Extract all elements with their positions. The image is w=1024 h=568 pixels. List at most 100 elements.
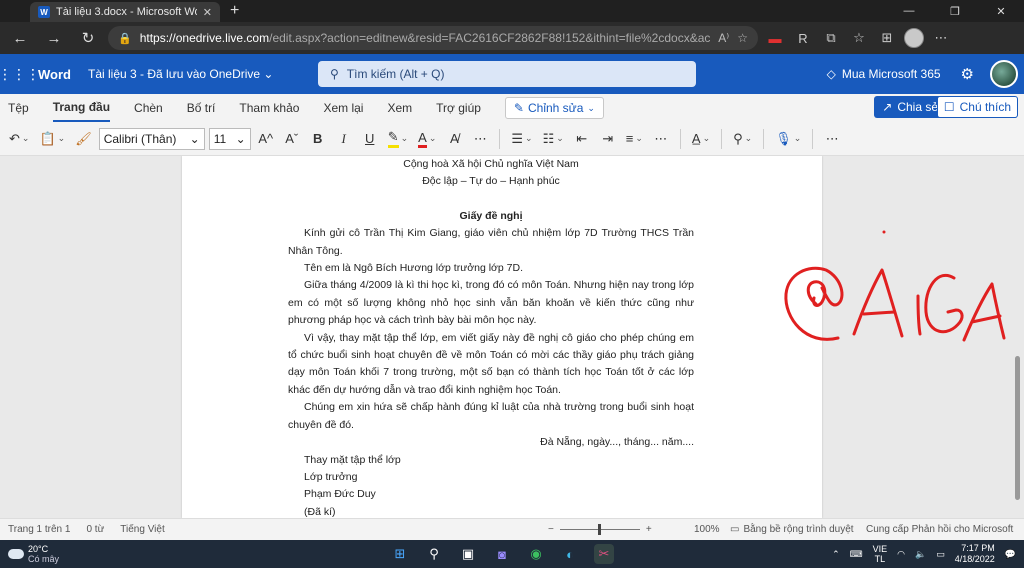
editing-mode-dropdown[interactable]: ✎ Chỉnh sửa ⌄ — [504, 97, 604, 119]
new-tab-icon[interactable]: + — [230, 2, 239, 20]
url-text: https://onedrive.live.com/edit.aspx?acti… — [139, 31, 711, 45]
input-language[interactable]: VIE TL — [873, 544, 888, 564]
font-size-select[interactable]: 11 ⌄ — [208, 127, 251, 150]
search-box[interactable]: ⚲ Tìm kiếm (Alt + Q) — [318, 61, 696, 87]
document-page[interactable]: Cộng hoà Xã hội Chủ nghĩa Việt Nam Độc l… — [182, 156, 822, 518]
highlight-icon[interactable]: ✎ ⌄ — [385, 127, 411, 151]
zoom-in-button[interactable]: + — [646, 524, 652, 535]
teams-chat-icon[interactable]: ◙ — [492, 544, 512, 564]
profile-avatar[interactable] — [904, 28, 924, 48]
ribbon-tabs: Tệp Trang đầu Chèn Bố trí Tham khảo Xem … — [0, 94, 1024, 122]
word-favicon-icon: W — [38, 6, 50, 18]
tab-help[interactable]: Trợ giúp — [436, 94, 481, 122]
fit-width-button[interactable]: ▭ Bằng bề rộng trình duyệt — [730, 524, 854, 535]
vertical-scrollbar[interactable] — [1015, 356, 1020, 500]
tab-view[interactable]: Xem — [387, 94, 412, 122]
settings-gear-icon[interactable]: ⚙ — [961, 65, 974, 83]
extension-r-icon[interactable]: R — [792, 27, 814, 49]
app-launcher-icon[interactable]: ⋮⋮⋮ — [0, 66, 40, 83]
user-avatar[interactable] — [990, 60, 1018, 88]
font-name-select[interactable]: Calibri (Thân) ⌄ — [98, 127, 205, 150]
browser-tab[interactable]: W Tài liệu 3.docx - Microsoft Word ✕ — [30, 2, 220, 22]
numbering-icon[interactable]: ☷ ⌄ — [540, 127, 567, 151]
tab-layout[interactable]: Bố trí — [187, 94, 216, 122]
comments-button[interactable]: ☐ Chú thích — [936, 96, 1018, 118]
wifi-icon[interactable]: ◠ — [897, 549, 905, 560]
handwritten-watermark — [784, 230, 1006, 342]
taskbar-apps: ⊞ ⚲ ▣ ◙ ◉ ◐ ✂ — [390, 544, 614, 564]
forward-icon[interactable]: → — [40, 25, 68, 51]
read-aloud-icon[interactable]: A⁾ — [718, 31, 729, 45]
tab-home[interactable]: Trang đầu — [52, 94, 111, 122]
keyboard-icon[interactable]: ⌨ — [850, 549, 863, 560]
bold-button[interactable]: B — [307, 127, 329, 151]
zoom-knob[interactable] — [597, 524, 601, 535]
refresh-icon[interactable]: ↻ — [74, 25, 102, 51]
url-field[interactable]: 🔒 https://onedrive.live.com/edit.aspx?ac… — [108, 26, 758, 50]
chevron-up-icon[interactable]: ⌃ — [832, 549, 840, 560]
zoom-slider[interactable]: − + — [548, 524, 652, 535]
minimize-icon[interactable]: — — [886, 0, 932, 22]
more-paragraph-icon[interactable]: ⋯ — [650, 127, 672, 151]
chevron-down-icon: ⌄ — [587, 102, 595, 113]
search-icon[interactable]: ⚲ — [424, 544, 444, 564]
bullets-icon[interactable]: ☰ ⌄ — [508, 127, 535, 151]
word-header: ⋮⋮⋮ Word Tài liệu 3 - Đã lưu vào OneDriv… — [0, 54, 1024, 94]
dictate-microphone-icon[interactable]: 🎙 ⌄ — [772, 127, 804, 151]
font-color-icon[interactable]: A ⌄ — [415, 127, 439, 151]
edge-browser-icon[interactable]: ◐ — [560, 544, 580, 564]
app-name[interactable]: Word — [38, 67, 88, 82]
extensions-puzzle-icon[interactable]: ⧉ — [820, 27, 842, 49]
green-app-icon[interactable]: ◉ — [526, 544, 546, 564]
increase-indent-icon[interactable]: ⇥ — [597, 127, 619, 151]
tab-references[interactable]: Tham khảo — [239, 94, 299, 122]
grow-font-icon[interactable]: A^ — [255, 127, 277, 151]
chevron-down-icon: ⌄ — [189, 131, 200, 146]
buy-microsoft-365[interactable]: ◇ Mua Microsoft 365 — [827, 67, 941, 81]
shrink-font-icon[interactable]: Aˇ — [281, 127, 303, 151]
align-icon[interactable]: ≡ ⌄ — [623, 127, 646, 151]
underline-button[interactable]: U — [359, 127, 381, 151]
close-tab-icon[interactable]: ✕ — [203, 6, 212, 19]
restore-icon[interactable]: ❐ — [932, 0, 978, 22]
more-options-icon[interactable]: ⋯ — [821, 127, 843, 151]
more-icon[interactable]: ⋯ — [930, 27, 952, 49]
tab-review[interactable]: Xem lại — [323, 94, 363, 122]
document-body[interactable]: Cộng hoà Xã hội Chủ nghĩa Việt Nam Độc l… — [288, 156, 694, 518]
document-name[interactable]: Tài liệu 3 - Đã lưu vào OneDrive ⌄ — [88, 67, 318, 81]
collections-icon[interactable]: ⊞ — [876, 27, 898, 49]
find-icon[interactable]: ⚲ ⌄ — [730, 127, 755, 151]
styles-icon[interactable]: A̲ ⌄ — [689, 127, 713, 151]
window-controls: — ❐ ✕ — [886, 0, 1024, 22]
tab-file[interactable]: Tệp — [8, 94, 29, 122]
decrease-indent-icon[interactable]: ⇤ — [571, 127, 593, 151]
paste-icon[interactable]: 📋 ⌄ — [36, 127, 68, 151]
zoom-out-button[interactable]: − — [548, 524, 554, 535]
italic-button[interactable]: I — [333, 127, 355, 151]
format-painter-icon[interactable]: 🖌 — [72, 127, 95, 151]
language-indicator[interactable]: Tiếng Việt — [120, 524, 164, 535]
battery-icon[interactable]: ▭ — [936, 549, 945, 560]
share-button[interactable]: ↗ Chia sẻ — [874, 96, 946, 118]
tab-insert[interactable]: Chèn — [134, 94, 163, 122]
clock[interactable]: 7:17 PM 4/18/2022 — [955, 543, 995, 565]
favorites-icon[interactable]: ☆ — [848, 27, 870, 49]
zoom-level[interactable]: 100% — [694, 524, 720, 535]
page-count: Trang 1 trên 1 — [8, 524, 71, 535]
more-font-options-icon[interactable]: ⋯ — [469, 127, 491, 151]
clear-format-icon[interactable]: A̸ — [443, 127, 465, 151]
weather-widget[interactable]: 20°C Có mây — [0, 544, 59, 564]
extension-red-icon[interactable]: ▬ — [764, 27, 786, 49]
close-window-icon[interactable]: ✕ — [978, 0, 1024, 22]
undo-icon[interactable]: ↶ ⌄ — [6, 127, 32, 151]
snip-tool-icon[interactable]: ✂ — [594, 544, 614, 564]
back-icon[interactable]: ← — [6, 25, 34, 51]
favorite-star-icon[interactable]: ☆ — [737, 31, 748, 45]
doc-header-line-1: Cộng hoà Xã hội Chủ nghĩa Việt Nam — [403, 158, 579, 170]
notification-icon[interactable]: 💬 — [1005, 549, 1016, 560]
task-view-icon[interactable]: ▣ — [458, 544, 478, 564]
speaker-icon[interactable]: 🔈 — [915, 549, 926, 560]
feedback-link[interactable]: Cung cấp Phản hồi cho Microsoft — [866, 524, 1013, 535]
start-windows-icon[interactable]: ⊞ — [390, 544, 410, 564]
home-toolbar: ↶ ⌄ 📋 ⌄ 🖌 Calibri (Thân) ⌄ 11 ⌄ A^ Aˇ B I U … — [0, 122, 1024, 156]
